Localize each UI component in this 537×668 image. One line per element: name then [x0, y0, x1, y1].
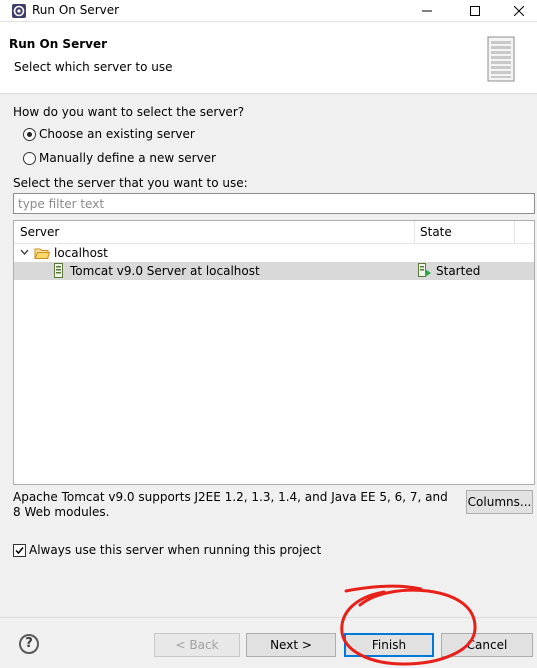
filter-input[interactable]	[13, 193, 535, 214]
columns-button[interactable]: Columns...	[466, 490, 533, 514]
button-bar-separator	[0, 617, 537, 618]
tree-item-label: localhost	[54, 246, 108, 260]
server-started-icon	[418, 263, 431, 277]
column-header-server[interactable]: Server	[20, 225, 59, 239]
wizard-banner: Run On Server Select which server to use	[0, 22, 537, 94]
checkmark-icon	[15, 547, 24, 555]
always-use-label[interactable]: Always use this server when running this…	[29, 543, 321, 557]
tree-item-label: Tomcat v9.0 Server at localhost	[70, 264, 260, 278]
server-description: Apache Tomcat v9.0 supports J2EE 1.2, 1.…	[13, 490, 448, 519]
window-title: Run On Server	[32, 3, 120, 17]
cancel-button[interactable]: Cancel	[441, 633, 533, 657]
radio-button[interactable]	[23, 128, 36, 141]
column-separator[interactable]	[514, 221, 515, 244]
minimize-icon	[422, 10, 432, 12]
eclipse-gear-icon	[12, 4, 26, 18]
close-icon	[514, 6, 524, 16]
maximize-button[interactable]	[453, 0, 497, 22]
radio-button[interactable]	[23, 152, 36, 165]
column-header-state[interactable]: State	[420, 225, 452, 239]
server-list-label: Select the server that you want to use:	[13, 176, 248, 190]
close-button[interactable]	[497, 0, 537, 22]
server-small-icon	[54, 263, 63, 278]
title-bar: Run On Server	[0, 0, 537, 22]
tree-header: Server State	[14, 221, 534, 244]
server-icon	[487, 36, 515, 82]
tree-row-localhost[interactable]: localhost	[14, 244, 534, 262]
always-use-checkbox[interactable]	[13, 544, 26, 557]
column-separator[interactable]	[414, 221, 415, 244]
maximize-icon	[470, 6, 480, 16]
tree-row-tomcat-server[interactable]: Tomcat v9.0 Server at localhost Started	[14, 262, 534, 280]
server-state: Started	[436, 264, 481, 278]
banner-title: Run On Server	[9, 37, 108, 51]
server-tree[interactable]: Server State localhost Tomcat v9.0 Serve…	[13, 220, 535, 485]
radio-existing-label[interactable]: Choose an existing server	[39, 127, 195, 141]
folder-icon	[34, 248, 50, 259]
chevron-down-icon[interactable]	[20, 249, 29, 256]
radio-manual-label[interactable]: Manually define a new server	[39, 151, 216, 165]
next-button[interactable]: Next >	[246, 633, 336, 657]
minimize-button[interactable]	[405, 0, 449, 22]
selection-question: How do you want to select the server?	[13, 105, 245, 119]
back-button[interactable]: < Back	[154, 633, 240, 657]
finish-button[interactable]: Finish	[344, 633, 434, 657]
help-button[interactable]: ?	[19, 634, 39, 654]
banner-subtitle: Select which server to use	[14, 60, 173, 74]
